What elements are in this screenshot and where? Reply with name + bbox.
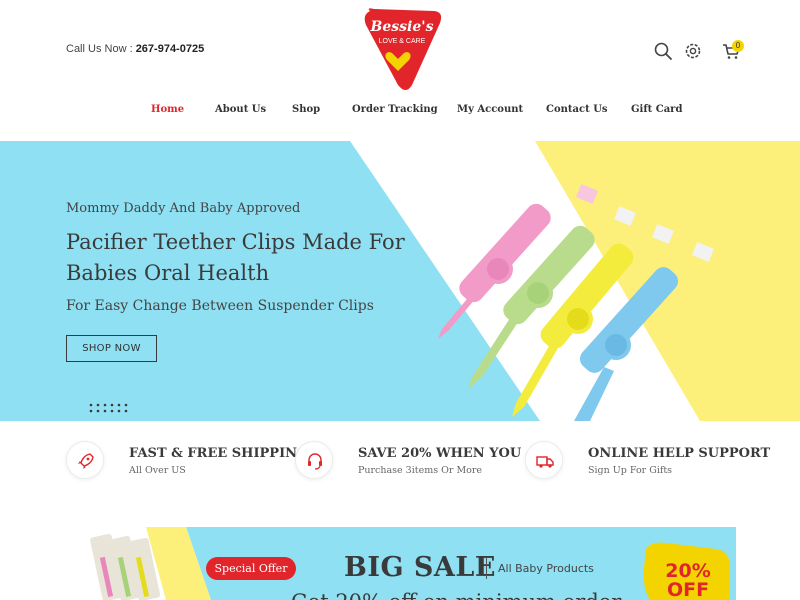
nav-gift-card[interactable]: Gift Card	[631, 104, 682, 115]
feature-icon-circle	[295, 441, 333, 479]
rocket-icon	[78, 453, 94, 469]
category-label: All Baby Products	[498, 562, 594, 575]
nav-shop[interactable]: Shop	[292, 104, 320, 115]
shop-now-button[interactable]: SHOP NOW	[66, 335, 157, 362]
promo-banner[interactable]: Special Offer BIG SALE All Baby Products…	[66, 527, 736, 600]
feature-desc: All Over US	[129, 465, 186, 476]
search-icon[interactable]	[652, 40, 674, 62]
logo-tagline: LOVE & CARE	[379, 38, 426, 45]
phone-number[interactable]: 267-974-0725	[136, 43, 205, 55]
hero-subheadline: For Easy Change Between Suspender Clips	[66, 298, 374, 314]
feature-desc: Purchase 3items Or More	[358, 465, 483, 476]
nav-contact-us[interactable]: Contact Us	[546, 104, 608, 115]
feature-icon-circle	[525, 441, 563, 479]
headset-icon	[308, 453, 322, 470]
big-sale-title: BIG SALE	[344, 552, 496, 583]
bessies-logo[interactable]: Bessie's LOVE & CARE	[360, 5, 444, 91]
feature-icon-circle	[66, 441, 104, 479]
feature-shipping: FAST & FREE SHIPPING All Over US	[66, 441, 308, 481]
nav-home[interactable]: Home	[151, 104, 184, 115]
discount-badge-text: 20% OFF	[660, 562, 716, 600]
offer-line: Get 20% off on minimum order	[291, 590, 621, 600]
hero-headline: Pacifier Teether Clips Made For Babies O…	[66, 230, 405, 285]
pacifier-clips-image	[438, 184, 714, 421]
feature-title: SAVE 20% WHEN YOU	[358, 446, 522, 461]
special-offer-tag: Special Offer	[206, 557, 296, 580]
cart-count-badge: 0	[732, 40, 744, 52]
divider	[486, 557, 487, 579]
feature-title: ONLINE HELP SUPPORT	[588, 446, 771, 461]
slider-dots[interactable]	[89, 403, 129, 413]
feature-title: FAST & FREE SHIPPING	[129, 446, 309, 461]
hero-kicker: Mommy Daddy And Baby Approved	[66, 201, 301, 216]
call-label: Call Us Now :	[66, 43, 136, 55]
call-us: Call Us Now : 267-974-0725	[66, 43, 204, 55]
nav-order-tracking[interactable]: Order Tracking	[352, 104, 438, 115]
gear-icon[interactable]	[682, 40, 704, 62]
main-nav: Home About Us Shop Order Tracking My Acc…	[0, 104, 800, 126]
hero-slider: Mommy Daddy And Baby Approved Pacifier T…	[0, 141, 800, 421]
header: Call Us Now : 267-974-0725 Bessie's LOVE…	[0, 0, 800, 98]
nav-my-account[interactable]: My Account	[457, 104, 523, 115]
feature-save: SAVE 20% WHEN YOU Purchase 3items Or Mor…	[295, 441, 521, 481]
feature-support: ONLINE HELP SUPPORT Sign Up For Gifts	[525, 441, 770, 481]
feature-desc: Sign Up For Gifts	[588, 465, 673, 476]
green-clip	[468, 206, 636, 389]
discount-word: OFF	[666, 579, 710, 600]
nav-about-us[interactable]: About Us	[215, 104, 266, 115]
logo-name: Bessie's	[370, 19, 434, 35]
truck-icon	[536, 456, 554, 468]
features-strip: FAST & FREE SHIPPING All Over US SAVE 20…	[0, 421, 800, 516]
